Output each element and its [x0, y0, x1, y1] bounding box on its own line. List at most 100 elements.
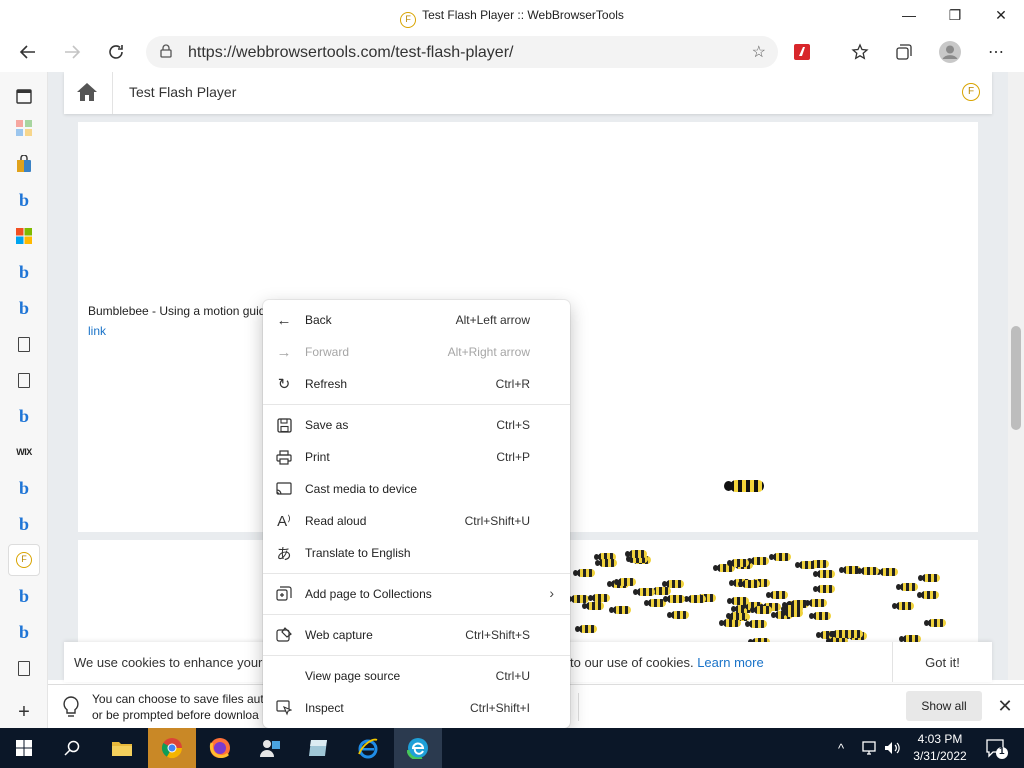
- taskbar-people-app[interactable]: [246, 728, 294, 768]
- demo-link[interactable]: link: [88, 324, 106, 338]
- lock-icon[interactable]: [160, 44, 172, 58]
- collections-icon: [896, 44, 912, 60]
- inspect-icon: [275, 699, 293, 717]
- swarm-bee: [895, 583, 918, 592]
- more-dots-icon: ⋯: [988, 44, 1004, 61]
- url-text[interactable]: https://webbrowsertools.com/test-flash-p…: [188, 44, 513, 62]
- swarm-bee: [587, 594, 610, 603]
- sidebar-item-tiles[interactable]: [12, 116, 36, 140]
- back-button[interactable]: [12, 36, 44, 68]
- address-bar[interactable]: https://webbrowsertools.com/test-flash-p…: [146, 36, 778, 68]
- document-icon: [18, 372, 30, 388]
- bing-icon: b: [18, 261, 29, 282]
- collections-button[interactable]: [892, 40, 916, 64]
- menu-item-cast[interactable]: Cast media to device: [263, 473, 570, 505]
- window-title: F Test Flash Player :: WebBrowserTools: [0, 8, 1024, 28]
- minimize-button[interactable]: —: [886, 0, 932, 30]
- sidebar-item-bing-2[interactable]: b: [12, 260, 36, 284]
- menu-item-print[interactable]: Print Ctrl+P: [263, 441, 570, 473]
- home-icon[interactable]: [76, 82, 98, 102]
- menu-item-save-as[interactable]: Save as Ctrl+S: [263, 409, 570, 441]
- plus-icon: +: [18, 700, 30, 723]
- sidebar-item-bing-8[interactable]: b: [12, 620, 36, 644]
- menu-shortcut: Ctrl+Shift+U: [464, 514, 530, 528]
- sidebar-item-flash-tools[interactable]: F: [8, 544, 40, 576]
- menu-label: Refresh: [305, 377, 348, 391]
- bumblebee-animation: [724, 480, 764, 492]
- arrow-right-icon: [65, 45, 81, 59]
- menu-separator: [263, 655, 570, 656]
- sidebar-item-bing-4[interactable]: b: [12, 404, 36, 428]
- volume-control[interactable]: [884, 728, 900, 768]
- title-bar: F Test Flash Player :: WebBrowserTools — …: [0, 0, 1024, 32]
- menu-item-inspect[interactable]: Inspect Ctrl+Shift+I: [263, 692, 570, 724]
- sidebar-item-bing-5[interactable]: b: [12, 476, 36, 500]
- shopping-bag-icon: [17, 155, 31, 172]
- sidebar-item-doc-2[interactable]: [12, 368, 36, 392]
- extension-icon[interactable]: [790, 40, 814, 64]
- settings-more-button[interactable]: ⋯: [984, 40, 1008, 64]
- menu-item-add-to-collections[interactable]: Add page to Collections ›: [263, 578, 570, 610]
- cookie-text-consent: to our use of cookies.: [570, 655, 694, 670]
- taskbar-chrome[interactable]: [148, 728, 196, 768]
- taskbar-firefox[interactable]: [196, 728, 244, 768]
- sidebar-item-wix[interactable]: WIX: [12, 440, 36, 464]
- read-aloud-icon: A⁾: [277, 513, 291, 530]
- taskbar-internet-explorer[interactable]: [344, 728, 392, 768]
- scrollbar-thumb[interactable]: [1011, 326, 1021, 430]
- internet-explorer-icon: [358, 738, 378, 759]
- taskbar-file-explorer[interactable]: [98, 728, 146, 768]
- menu-item-forward[interactable]: → Forward Alt+Right arrow: [263, 336, 570, 368]
- swarm-bee: [917, 573, 940, 582]
- refresh-button[interactable]: [100, 36, 132, 68]
- sidebar-item-doc-3[interactable]: [12, 656, 36, 680]
- header-divider: [112, 72, 113, 114]
- sidebar-item-bing-1[interactable]: b: [12, 188, 36, 212]
- start-button[interactable]: [0, 728, 48, 768]
- sidebar-item-bing-7[interactable]: b: [12, 584, 36, 608]
- page-scrollbar[interactable]: [1008, 72, 1024, 680]
- sidebar-item-bing-3[interactable]: b: [12, 296, 36, 320]
- show-all-downloads-button[interactable]: Show all: [906, 691, 982, 721]
- network-status[interactable]: [862, 728, 880, 768]
- taskbar-clock[interactable]: 4:03 PM 3/31/2022: [902, 731, 978, 765]
- add-favorite-icon[interactable]: ☆: [752, 42, 766, 62]
- sidebar-add-button[interactable]: +: [12, 700, 36, 724]
- favorites-button[interactable]: [848, 40, 872, 64]
- menu-item-web-capture[interactable]: Web capture Ctrl+Shift+S: [263, 619, 570, 651]
- menu-item-refresh[interactable]: ↻ Refresh Ctrl+R: [263, 368, 570, 400]
- swarm-bee: [923, 619, 946, 628]
- windows-taskbar: ^ 4:03 PM 3/31/2022 1: [0, 728, 1024, 768]
- menu-shortcut: Ctrl+Shift+I: [469, 701, 530, 715]
- learn-more-link[interactable]: Learn more: [697, 655, 763, 670]
- menu-separator: [263, 404, 570, 405]
- restore-button[interactable]: ❐: [932, 0, 978, 30]
- cast-icon: [275, 480, 293, 498]
- forward-button[interactable]: [56, 36, 88, 68]
- notification-center-button[interactable]: 1: [984, 736, 1008, 760]
- taskbar-edge[interactable]: [394, 728, 442, 768]
- profile-button[interactable]: [938, 40, 962, 64]
- menu-item-translate[interactable]: あ Translate to English: [263, 537, 570, 569]
- swarm-bee: [624, 550, 647, 559]
- sidebar-item-collections[interactable]: [12, 84, 36, 108]
- sidebar-item-doc-1[interactable]: [12, 332, 36, 356]
- arrow-left-icon: [19, 45, 35, 59]
- taskbar-app-window[interactable]: [294, 728, 342, 768]
- got-it-button[interactable]: Got it!: [892, 642, 992, 682]
- search-button[interactable]: [48, 728, 96, 768]
- sidebar-item-bing-6[interactable]: b: [12, 512, 36, 536]
- menu-item-read-aloud[interactable]: A⁾ Read aloud Ctrl+Shift+U: [263, 505, 570, 537]
- menu-item-back[interactable]: ← Back Alt+Left arrow: [263, 304, 570, 336]
- download-tip-line2: or be prompted before downloa: [92, 708, 259, 722]
- tray-overflow-button[interactable]: ^: [838, 728, 844, 768]
- close-download-bar-button[interactable]: ✕: [994, 695, 1016, 717]
- site-logo-icon[interactable]: F: [962, 83, 980, 101]
- sidebar-item-microsoft[interactable]: [12, 224, 36, 248]
- close-window-button[interactable]: ✕: [978, 0, 1024, 30]
- clock-date: 3/31/2022: [913, 749, 967, 763]
- menu-item-view-source[interactable]: View page source Ctrl+U: [263, 660, 570, 692]
- sidebar-item-shopping[interactable]: [12, 152, 36, 176]
- wix-icon: WIX: [16, 447, 32, 457]
- menu-label: Save as: [305, 418, 349, 432]
